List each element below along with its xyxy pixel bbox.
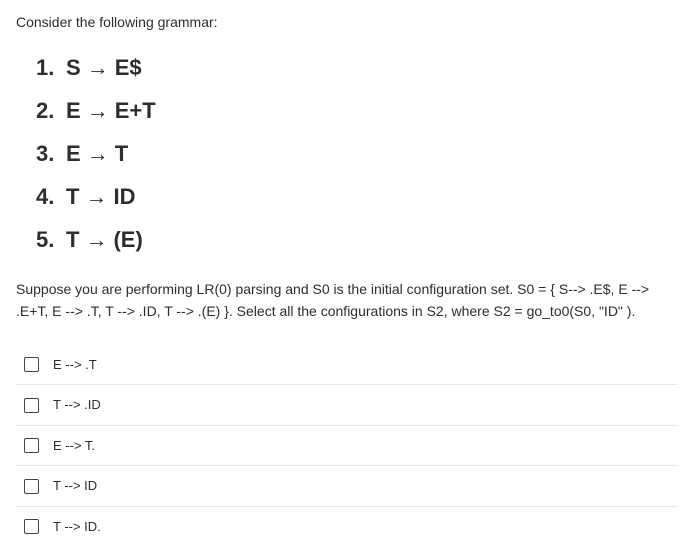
- grammar-rule: 3. E → T: [36, 137, 677, 170]
- arrow-icon: →: [87, 94, 109, 127]
- arrow-icon: →: [87, 137, 109, 170]
- option-label: T --> ID.: [53, 517, 101, 537]
- option-label: E --> .T: [53, 355, 97, 375]
- rule-number: 1.: [36, 51, 66, 84]
- option-row[interactable]: T --> ID.: [16, 507, 677, 547]
- grammar-rule: 1. S → E$: [36, 51, 677, 84]
- intro-text: Consider the following grammar:: [16, 12, 677, 33]
- option-row[interactable]: T --> .ID: [16, 385, 677, 426]
- option-row[interactable]: E --> T.: [16, 426, 677, 467]
- grammar-rule: 5. T → (E): [36, 223, 677, 256]
- checkbox[interactable]: [24, 438, 39, 453]
- option-label: T --> .ID: [53, 395, 101, 415]
- checkbox[interactable]: [24, 479, 39, 494]
- grammar-rule: 4. T → ID: [36, 180, 677, 213]
- rule-number: 4.: [36, 180, 66, 213]
- rule-number: 3.: [36, 137, 66, 170]
- rule-rhs: E$: [115, 51, 142, 84]
- option-row[interactable]: E --> .T: [16, 345, 677, 386]
- option-label: T --> ID: [53, 476, 97, 496]
- grammar-rule: 2. E → E+T: [36, 94, 677, 127]
- option-row[interactable]: T --> ID: [16, 466, 677, 507]
- rule-lhs: T: [66, 180, 79, 213]
- rule-rhs: (E): [113, 223, 142, 256]
- checkbox[interactable]: [24, 519, 39, 534]
- rule-lhs: E: [66, 94, 81, 127]
- question-text: Suppose you are performing LR(0) parsing…: [16, 278, 677, 323]
- option-label: E --> T.: [53, 436, 95, 456]
- rule-lhs: T: [66, 223, 79, 256]
- arrow-icon: →: [85, 223, 107, 256]
- options-list: E --> .T T --> .ID E --> T. T --> ID T -…: [16, 345, 677, 547]
- rule-number: 5.: [36, 223, 66, 256]
- rule-rhs: T: [115, 137, 128, 170]
- checkbox[interactable]: [24, 398, 39, 413]
- rule-lhs: E: [66, 137, 81, 170]
- arrow-icon: →: [87, 51, 109, 84]
- rule-lhs: S: [66, 51, 81, 84]
- checkbox[interactable]: [24, 357, 39, 372]
- arrow-icon: →: [85, 180, 107, 213]
- rule-rhs: ID: [113, 180, 135, 213]
- grammar-list: 1. S → E$ 2. E → E+T 3. E → T 4. T → ID …: [36, 51, 677, 256]
- rule-rhs: E+T: [115, 94, 156, 127]
- rule-number: 2.: [36, 94, 66, 127]
